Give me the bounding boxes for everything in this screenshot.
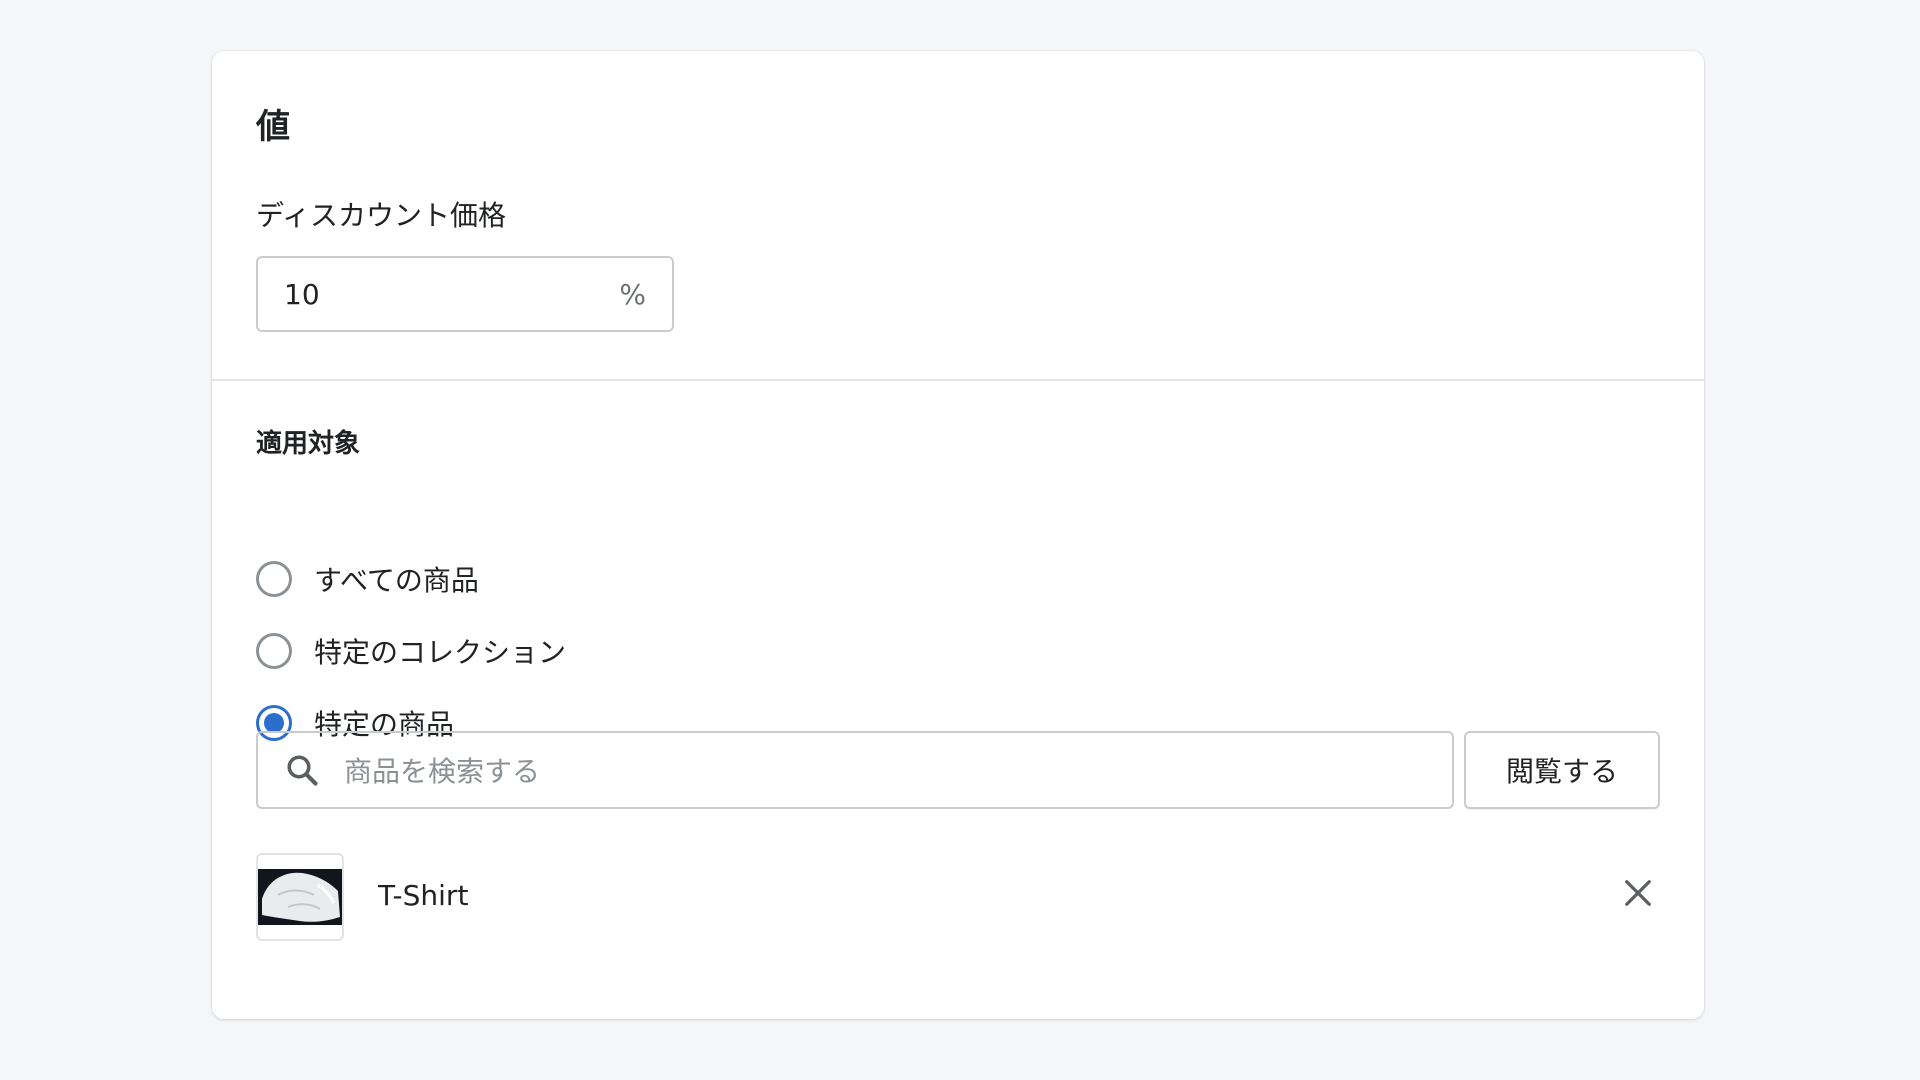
selected-product-row: T-Shirt	[256, 853, 1660, 941]
remove-product-button[interactable]	[1616, 871, 1660, 915]
radio-label[interactable]: 特定のコレクション	[314, 631, 566, 671]
discount-price-label: ディスカウント価格	[256, 199, 507, 232]
discount-value-input[interactable]: 10 %	[256, 256, 674, 332]
radio-dot	[264, 713, 284, 733]
discount-value[interactable]: 10	[284, 278, 619, 311]
product-name: T-Shirt	[378, 879, 469, 912]
product-thumbnail	[256, 853, 344, 941]
browse-button[interactable]: 閲覧する	[1464, 731, 1660, 809]
product-search-input[interactable]: 商品を検索する	[256, 731, 1454, 809]
search-placeholder: 商品を検索する	[344, 755, 541, 788]
radio-specific-collections[interactable]: 特定のコレクション	[256, 631, 566, 671]
section-divider	[212, 379, 1704, 381]
search-icon	[287, 755, 318, 786]
radio-button[interactable]	[256, 633, 292, 669]
close-icon[interactable]	[1623, 878, 1653, 908]
radio-all-products[interactable]: すべての商品	[256, 559, 479, 599]
section-title-applies-to: 適用対象	[256, 429, 361, 459]
percent-suffix: %	[619, 277, 646, 311]
discount-card: 値 ディスカウント価格 10 % 適用対象 すべての商品 特定のコレクション 特…	[212, 51, 1704, 1019]
radio-label[interactable]: すべての商品	[314, 559, 479, 599]
radio-button[interactable]	[256, 561, 292, 597]
tshirt-thumbnail-icon	[258, 869, 342, 925]
section-title-value: 値	[256, 107, 290, 147]
value-section: 値 ディスカウント価格 10 %	[212, 51, 1704, 379]
